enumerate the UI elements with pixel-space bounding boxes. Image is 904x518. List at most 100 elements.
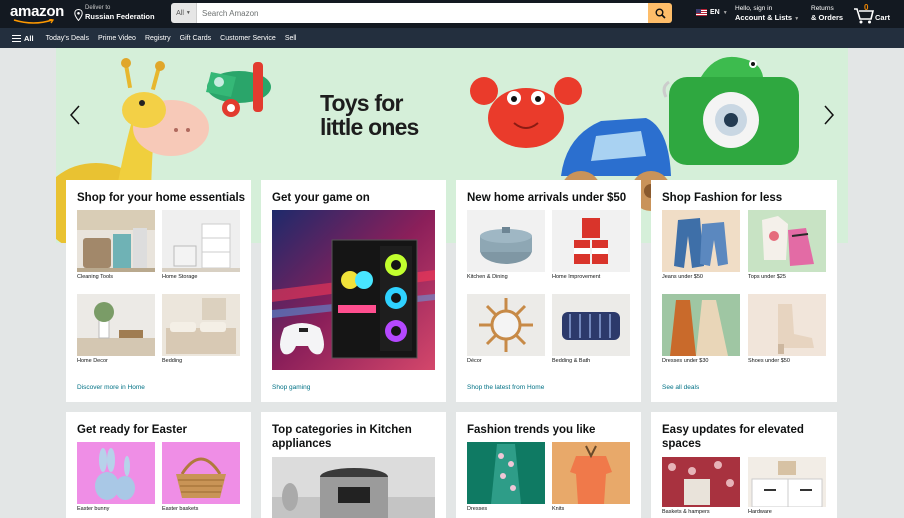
search-category-select[interactable]: All ▼ bbox=[171, 3, 197, 23]
gaming-pc-image[interactable] bbox=[272, 210, 435, 370]
hero-next-arrow-icon[interactable] bbox=[818, 103, 838, 127]
top-navbar: amazon Deliver to Russian Federation All… bbox=[0, 0, 904, 28]
tile-caption: Bedding bbox=[162, 358, 183, 364]
sub-navbar: All Today's Deals Prime Video Registry G… bbox=[0, 28, 904, 48]
knit-sweater-image bbox=[570, 445, 612, 504]
tile-image bbox=[467, 294, 545, 356]
jeans-image bbox=[674, 218, 728, 268]
pressure-cooker-image[interactable] bbox=[272, 457, 435, 518]
pillow-image bbox=[562, 312, 620, 340]
tile-caption: Home Storage bbox=[162, 274, 198, 280]
home-storage-image bbox=[162, 223, 240, 272]
cleaning-tools-image bbox=[77, 210, 155, 272]
language-selector[interactable]: EN ▼ bbox=[696, 9, 728, 16]
card-link-see-all-deals[interactable]: See all deals bbox=[662, 384, 699, 391]
returns-orders[interactable]: Returns & Orders bbox=[811, 5, 843, 23]
account-menu[interactable]: Hello, sign in Account & Lists ▼ bbox=[735, 5, 799, 24]
tile-image bbox=[748, 457, 826, 507]
tile-caption: Home Decor bbox=[77, 358, 108, 364]
account-greeting: Hello, sign in bbox=[735, 5, 773, 12]
tile-caption: Jeans under $50 bbox=[662, 274, 703, 280]
cart-button[interactable]: 0 Cart bbox=[853, 3, 899, 25]
hardware-image bbox=[748, 457, 826, 507]
search-bar: All ▼ bbox=[171, 3, 672, 23]
card-title-line1: Easy updates for elevated bbox=[662, 424, 804, 436]
language-label: EN bbox=[710, 9, 720, 16]
card-title-line2: spaces bbox=[662, 438, 702, 450]
amazon-logo[interactable]: amazon bbox=[10, 3, 66, 25]
search-category-label: All bbox=[176, 9, 184, 17]
caret-down-icon: ▼ bbox=[722, 9, 728, 16]
tile-caption: Dresses bbox=[467, 506, 488, 512]
card-link-shop-latest-home[interactable]: Shop the latest from Home bbox=[467, 384, 544, 391]
tile-caption: Shoes under $50 bbox=[748, 358, 790, 364]
card-title: Fashion trends you like bbox=[467, 424, 596, 436]
tile-caption: Hardware bbox=[748, 509, 772, 515]
tile-image bbox=[662, 294, 740, 356]
card-title: Shop for your home essentials bbox=[77, 192, 246, 204]
tile-caption: Home Improvement bbox=[552, 274, 601, 280]
caret-down-icon: ▼ bbox=[794, 16, 800, 22]
deliver-location: Russian Federation bbox=[85, 12, 155, 21]
tile-caption: Kitchen & Dining bbox=[467, 274, 508, 280]
search-button[interactable] bbox=[648, 3, 672, 23]
tile-caption: Tops under $25 bbox=[748, 274, 786, 280]
tile-image bbox=[552, 294, 630, 356]
account-lists-row: Account & Lists ▼ bbox=[735, 13, 799, 24]
tile-image bbox=[162, 442, 240, 504]
dress-trend-image bbox=[491, 444, 521, 504]
tile-caption: Easter baskets bbox=[162, 506, 199, 512]
nav-link-registry[interactable]: Registry bbox=[145, 35, 171, 42]
dresses-image bbox=[670, 300, 728, 356]
tile-image bbox=[662, 210, 740, 272]
card-fashion-trends: Fashion trends you like Dresses Knits bbox=[456, 412, 641, 518]
gaming-pc-illustration bbox=[272, 210, 435, 370]
logo-smile-icon bbox=[13, 19, 55, 24]
card-easter: Get ready for Easter Easter bunny Easter… bbox=[66, 412, 251, 518]
logo-wordmark: amazon bbox=[10, 3, 65, 20]
account-lists-label: Account & Lists bbox=[735, 13, 793, 22]
tile-image bbox=[748, 210, 826, 272]
page-gutter-left bbox=[0, 48, 56, 243]
card-fashion-for-less: Shop Fashion for less Jeans under $50 To… bbox=[651, 180, 837, 402]
card-link-discover-home[interactable]: Discover more in Home bbox=[77, 384, 145, 391]
orders-label: & Orders bbox=[811, 13, 844, 22]
sunburst-mirror-image bbox=[479, 298, 533, 352]
tile-caption: Décor bbox=[467, 358, 482, 364]
tile-caption: Baskets & hampers bbox=[662, 509, 710, 515]
nav-link-todays-deals[interactable]: Today's Deals bbox=[46, 35, 89, 42]
tile-image bbox=[552, 442, 630, 504]
hero-title-line1: Toys for bbox=[320, 90, 403, 116]
all-label: All bbox=[24, 33, 34, 43]
card-title: Shop Fashion for less bbox=[662, 192, 783, 204]
nav-link-prime-video[interactable]: Prime Video bbox=[98, 35, 136, 42]
tile-caption: Knits bbox=[552, 506, 565, 512]
shoes-image bbox=[778, 304, 814, 354]
card-title-line2: appliances bbox=[272, 438, 332, 450]
deliver-label: Deliver to bbox=[85, 5, 111, 11]
easter-basket-image bbox=[176, 457, 226, 498]
tile-caption: Bedding & Bath bbox=[552, 358, 591, 364]
nav-link-gift-cards[interactable]: Gift Cards bbox=[180, 35, 212, 42]
tile-image bbox=[77, 442, 155, 504]
all-menu-button[interactable]: All bbox=[12, 34, 34, 43]
us-flag-icon bbox=[696, 9, 707, 16]
card-gaming: Get your game on Shop gaming bbox=[261, 180, 446, 402]
nav-link-sell[interactable]: Sell bbox=[285, 35, 297, 42]
hero-prev-arrow-icon[interactable] bbox=[66, 103, 86, 127]
tile-image bbox=[162, 294, 240, 356]
tile-image bbox=[162, 210, 240, 272]
search-input[interactable] bbox=[197, 3, 648, 23]
card-link-shop-gaming[interactable]: Shop gaming bbox=[272, 384, 310, 391]
tile-image bbox=[552, 210, 630, 272]
search-icon bbox=[655, 8, 666, 19]
card-title: Get ready for Easter bbox=[77, 424, 187, 436]
dino-camera-image bbox=[662, 56, 799, 165]
card-elevated-spaces: Easy updates for elevated spaces Baskets… bbox=[651, 412, 837, 518]
easter-bunny-image bbox=[95, 448, 135, 500]
deliver-to[interactable]: Deliver to Russian Federation bbox=[74, 5, 155, 22]
tile-image bbox=[77, 210, 155, 272]
bedding-image bbox=[166, 298, 236, 354]
nav-link-customer-service[interactable]: Customer Service bbox=[220, 35, 276, 42]
cart-count: 0 bbox=[864, 3, 869, 12]
